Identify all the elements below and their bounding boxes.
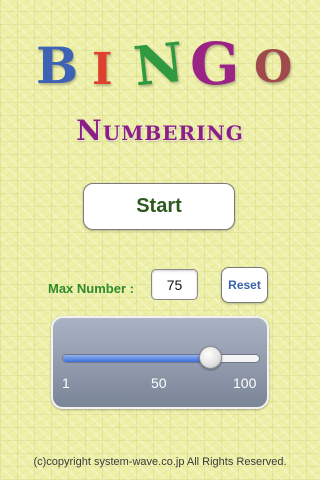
title-letter-n: N	[130, 29, 187, 99]
max-number-field[interactable]: 75	[151, 269, 198, 300]
slider-fill	[63, 355, 211, 362]
start-button[interactable]: Start	[83, 183, 235, 230]
title-letter-i: I	[92, 44, 113, 95]
slider-min-label: 1	[62, 375, 70, 391]
title-letter-o: O	[254, 42, 293, 93]
slider-thumb[interactable]	[198, 346, 222, 369]
reset-button[interactable]: Reset	[221, 267, 268, 303]
title-letter-b: B	[36, 36, 79, 95]
title-letter-g: G	[190, 30, 240, 98]
copyright-text: (c)copyright system-wave.co.jp All Right…	[33, 456, 287, 468]
max-number-label: Max Number :	[48, 281, 134, 296]
slider-track[interactable]	[62, 354, 260, 363]
app-title: B I N G O	[0, 29, 320, 99]
slider-mid-label: 50	[151, 375, 167, 391]
slider-max-label: 100	[233, 375, 257, 391]
app-subtitle: Numbering	[76, 114, 244, 147]
max-number-slider-panel: 1 50 100	[51, 316, 269, 409]
